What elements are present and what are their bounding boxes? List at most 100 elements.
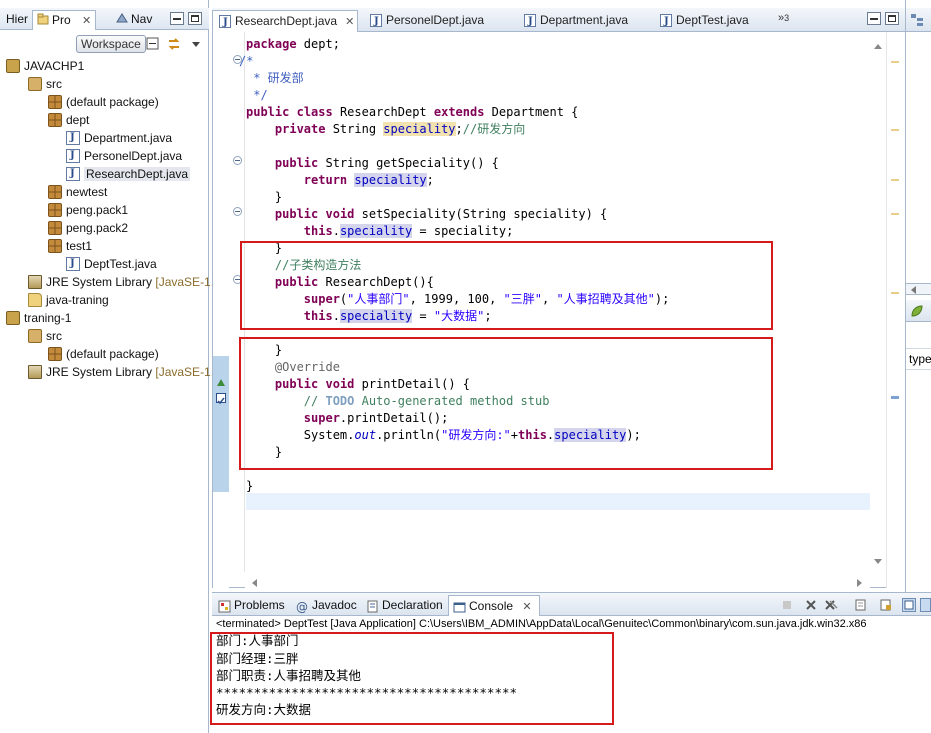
task-marker[interactable] bbox=[891, 396, 899, 399]
right-scrollbar[interactable] bbox=[906, 283, 931, 295]
java-file-icon bbox=[66, 147, 80, 165]
editor-tabs: ResearchDept.java✕ PersonelDept.java Dep… bbox=[212, 8, 905, 33]
package-explorer-icon bbox=[37, 12, 49, 30]
code-line: public void setSpeciality(String special… bbox=[274, 207, 608, 221]
java-file-icon bbox=[66, 129, 80, 147]
vertical-scrollbar[interactable] bbox=[870, 32, 886, 572]
scroll-down-icon[interactable] bbox=[874, 554, 882, 568]
tab-department[interactable]: Department.java bbox=[518, 10, 650, 32]
fold-toggle[interactable] bbox=[233, 207, 242, 216]
tree-item-library[interactable]: JRE System Library [JavaSE-1.6 bbox=[28, 273, 221, 291]
package-icon bbox=[48, 347, 62, 361]
tree-item-file-selected[interactable]: ResearchDept.java bbox=[66, 165, 191, 183]
tree-item-folder[interactable]: java-traning bbox=[28, 291, 109, 309]
occurrence-marker[interactable] bbox=[891, 292, 899, 294]
code-line: public class ResearchDept extends Depart… bbox=[246, 105, 579, 119]
remove-all-terminated-icon[interactable] bbox=[824, 598, 838, 612]
source-folder-icon bbox=[28, 77, 42, 91]
fold-toggle[interactable] bbox=[233, 156, 242, 165]
java-file-icon bbox=[66, 165, 80, 183]
scroll-left-icon[interactable] bbox=[251, 576, 257, 590]
tab-console[interactable]: Console ✕ bbox=[448, 595, 540, 616]
tab-navigator[interactable]: Nav bbox=[112, 10, 156, 30]
annotation-box-constructor bbox=[240, 241, 773, 330]
java-file-icon bbox=[66, 255, 80, 273]
tree-item-project[interactable]: traning-1 bbox=[6, 309, 71, 327]
scroll-up-icon[interactable] bbox=[874, 38, 882, 52]
current-line-highlight bbox=[246, 493, 870, 510]
tree-item-file[interactable]: Department.java bbox=[66, 129, 172, 147]
scroll-right-icon[interactable] bbox=[857, 576, 863, 590]
tab-overflow[interactable]: »3 bbox=[778, 12, 789, 24]
scroll-lock-icon[interactable] bbox=[879, 598, 893, 612]
tree-item-package[interactable]: newtest bbox=[48, 183, 107, 201]
package-icon bbox=[48, 185, 62, 199]
tree-item-package[interactable]: dept bbox=[48, 111, 89, 129]
workspace-selector[interactable]: Workspace bbox=[76, 35, 146, 53]
navigator-icon bbox=[116, 11, 128, 29]
project-icon bbox=[6, 311, 20, 325]
tree-item-project[interactable]: JAVACHP1 bbox=[6, 57, 84, 75]
outline-icon[interactable] bbox=[910, 13, 924, 30]
overview-ruler[interactable] bbox=[886, 32, 905, 588]
minimize-icon[interactable] bbox=[867, 12, 881, 25]
clear-console-icon[interactable] bbox=[854, 598, 868, 612]
tree-item-package[interactable]: test1 bbox=[48, 237, 92, 255]
occurrence-marker[interactable] bbox=[891, 61, 899, 63]
type-field[interactable]: type bbox=[906, 348, 931, 370]
tree-item-package[interactable]: (default package) bbox=[48, 345, 159, 363]
close-icon[interactable]: ✕ bbox=[82, 15, 91, 27]
occurrence-marker[interactable] bbox=[891, 179, 899, 181]
project-icon bbox=[6, 59, 20, 73]
terminate-icon[interactable] bbox=[780, 598, 794, 612]
collapse-all-icon[interactable] bbox=[146, 37, 160, 51]
tab-researchdept[interactable]: ResearchDept.java✕ bbox=[212, 10, 358, 33]
override-marker-icon bbox=[216, 377, 226, 391]
maximize-icon[interactable] bbox=[885, 12, 899, 25]
tab-problems[interactable]: Problems bbox=[214, 595, 290, 616]
display-console-icon[interactable] bbox=[920, 598, 931, 612]
tab-depttest[interactable]: DeptTest.java bbox=[654, 10, 774, 32]
tab-personeldept[interactable]: PersonelDept.java bbox=[364, 10, 514, 32]
minimize-icon[interactable] bbox=[170, 12, 184, 25]
java-file-icon bbox=[660, 12, 672, 32]
vertical-ruler bbox=[213, 32, 229, 588]
right-panel-tabs-2 bbox=[906, 300, 931, 322]
code-line: } bbox=[246, 479, 254, 493]
package-explorer-panel: Hier Pro ✕ Nav Workspace JAVACHP1 src (d… bbox=[0, 0, 221, 733]
tab-package-explorer[interactable]: Pro ✕ bbox=[32, 10, 97, 30]
code-line: return speciality; bbox=[303, 173, 434, 187]
tab-javadoc[interactable]: @ Javadoc bbox=[292, 595, 360, 616]
tree-item-package[interactable]: (default package) bbox=[48, 93, 159, 111]
code-line: * 研发部 bbox=[246, 71, 304, 85]
leaf-icon[interactable] bbox=[910, 304, 924, 321]
code-line: /* bbox=[239, 54, 254, 68]
pin-console-icon[interactable] bbox=[902, 598, 916, 612]
tree-item-src[interactable]: src bbox=[28, 75, 62, 93]
tab-declaration[interactable]: Declaration bbox=[362, 595, 446, 616]
tree-item-src[interactable]: src bbox=[28, 327, 62, 345]
java-file-icon bbox=[219, 13, 231, 33]
code-line: private String speciality;//研发方向 bbox=[274, 122, 526, 136]
link-with-editor-icon[interactable] bbox=[167, 37, 181, 51]
tree-item-file[interactable]: DeptTest.java bbox=[66, 255, 157, 273]
close-icon[interactable]: ✕ bbox=[522, 601, 531, 613]
console-status: <terminated> DeptTest [Java Application]… bbox=[216, 618, 867, 630]
tree-item-library[interactable]: JRE System Library [JavaSE-1.6 bbox=[28, 363, 221, 381]
occurrence-marker[interactable] bbox=[891, 213, 899, 215]
tree-item-package[interactable]: peng.pack2 bbox=[48, 219, 128, 237]
horizontal-scrollbar[interactable] bbox=[245, 572, 870, 588]
tab-hierarchy[interactable]: Hier bbox=[2, 10, 32, 30]
console-icon bbox=[453, 600, 466, 613]
occurrence-marker[interactable] bbox=[891, 129, 899, 131]
view-menu-icon[interactable] bbox=[189, 37, 203, 51]
library-icon bbox=[28, 365, 42, 379]
package-icon bbox=[48, 113, 62, 127]
tree-item-file[interactable]: PersonelDept.java bbox=[66, 147, 182, 165]
maximize-icon[interactable] bbox=[188, 12, 202, 25]
remove-launch-icon[interactable] bbox=[804, 598, 818, 612]
tree-item-package[interactable]: peng.pack1 bbox=[48, 201, 128, 219]
close-icon[interactable]: ✕ bbox=[345, 16, 354, 28]
right-panel-tabs bbox=[906, 8, 931, 32]
library-icon bbox=[28, 275, 42, 289]
